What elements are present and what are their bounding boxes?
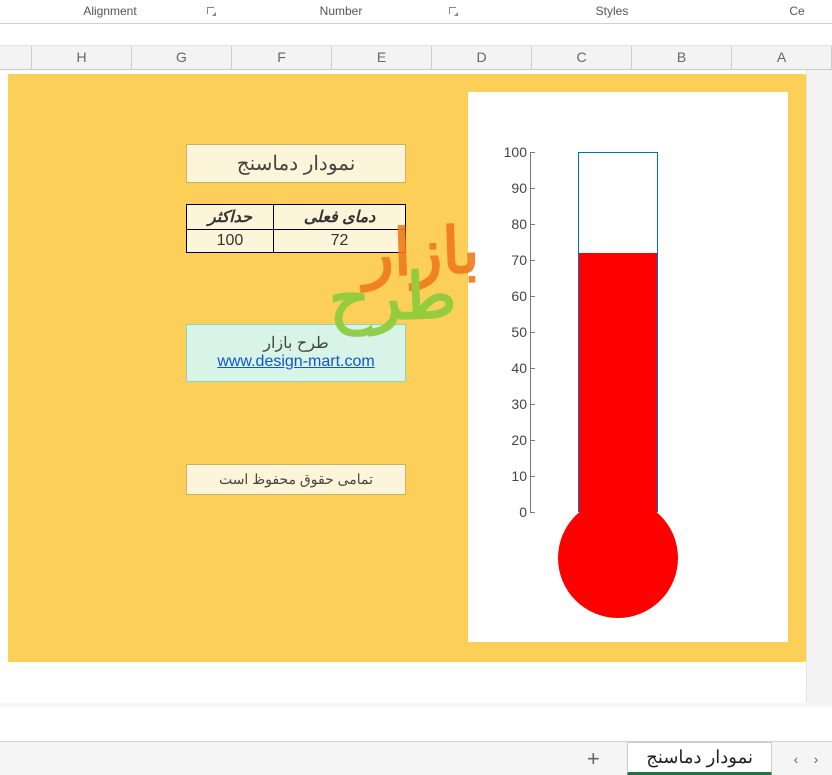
header-max: حداکثر	[187, 205, 274, 230]
ribbon-group-cells: Ce	[762, 0, 832, 23]
axis-tick: 50	[483, 324, 527, 340]
tab-scroll-right-icon[interactable]: ›	[806, 751, 826, 767]
axis-tick: 40	[483, 360, 527, 376]
worksheet[interactable]: 100 90 80 70 60 50 40 30 20 10 0 نمودار …	[0, 70, 832, 703]
ribbon-group-styles: Styles	[462, 0, 762, 23]
thermometer-bulb	[558, 498, 678, 618]
axis-tick: 100	[483, 144, 527, 160]
watermark-line2: طرح	[328, 266, 457, 328]
ribbon-group-alignment-label: Alignment	[83, 4, 136, 18]
brand-link[interactable]: www.design-mart.com	[217, 353, 374, 370]
ribbon-group-number-label: Number	[320, 4, 363, 18]
axis-tick: 0	[483, 504, 527, 520]
column-header[interactable]: G	[131, 46, 231, 69]
sheet-tab-active[interactable]: نمودار دماسنج	[627, 742, 772, 775]
table-row: 72 100	[187, 230, 406, 253]
row-header-gutter[interactable]	[806, 70, 832, 703]
axis-tick: 90	[483, 180, 527, 196]
axis-tick: 20	[483, 432, 527, 448]
column-header[interactable]: F	[231, 46, 331, 69]
table-row: دمای فعلی حداکثر	[187, 205, 406, 230]
brand-name: طرح بازار	[193, 333, 399, 353]
column-header[interactable]: I	[0, 46, 31, 69]
axis-tick: 80	[483, 216, 527, 232]
ribbon-group-alignment: Alignment	[0, 0, 220, 23]
formula-bar-area	[0, 24, 832, 46]
add-sheet-button[interactable]: +	[579, 746, 607, 772]
header-current-temp: دمای فعلی	[273, 205, 405, 230]
chart-title-box: نمودار دماسنج	[186, 144, 406, 183]
chart-title: نمودار دماسنج	[237, 153, 356, 175]
column-headers: A B C D E F G H I	[0, 46, 832, 70]
column-header[interactable]: B	[631, 46, 731, 69]
axis-tick: 30	[483, 396, 527, 412]
axis-tick: 60	[483, 288, 527, 304]
ribbon-group-styles-label: Styles	[596, 4, 629, 18]
column-header[interactable]: A	[731, 46, 831, 69]
copyright-text: تمامی حقوق محفوظ است	[219, 471, 373, 487]
value-current-temp[interactable]: 72	[273, 230, 405, 253]
axis-tick: 10	[483, 468, 527, 484]
column-header[interactable]: D	[431, 46, 531, 69]
thermometer-chart: 100 90 80 70 60 50 40 30 20 10 0	[468, 92, 788, 642]
brand-box: طرح بازار www.design-mart.com	[186, 324, 406, 382]
ribbon-group-number: Number	[220, 0, 462, 23]
column-header[interactable]: E	[331, 46, 431, 69]
data-table: دمای فعلی حداکثر 72 100	[186, 204, 406, 253]
ribbon-group-cells-label: Ce	[789, 4, 804, 18]
copyright-box: تمامی حقوق محفوظ است	[186, 464, 406, 495]
column-header[interactable]: C	[531, 46, 631, 69]
sheet-tab-bar: › ‹ نمودار دماسنج +	[0, 741, 832, 775]
axis-tick: 70	[483, 252, 527, 268]
dashboard-panel: 100 90 80 70 60 50 40 30 20 10 0 نمودار …	[8, 74, 806, 662]
thermometer-fill	[579, 253, 657, 511]
dialog-launcher-icon[interactable]	[206, 6, 216, 16]
dialog-launcher-icon[interactable]	[448, 6, 458, 16]
status-bar	[0, 703, 832, 707]
column-header[interactable]: H	[31, 46, 131, 69]
value-max[interactable]: 100	[187, 230, 274, 253]
chart-y-axis: 100 90 80 70 60 50 40 30 20 10 0	[530, 152, 531, 512]
tab-scroll-left-icon[interactable]: ‹	[786, 751, 806, 767]
thermometer-tube	[578, 152, 658, 512]
ribbon-group-labels: Alignment Number Styles Ce	[0, 0, 832, 24]
